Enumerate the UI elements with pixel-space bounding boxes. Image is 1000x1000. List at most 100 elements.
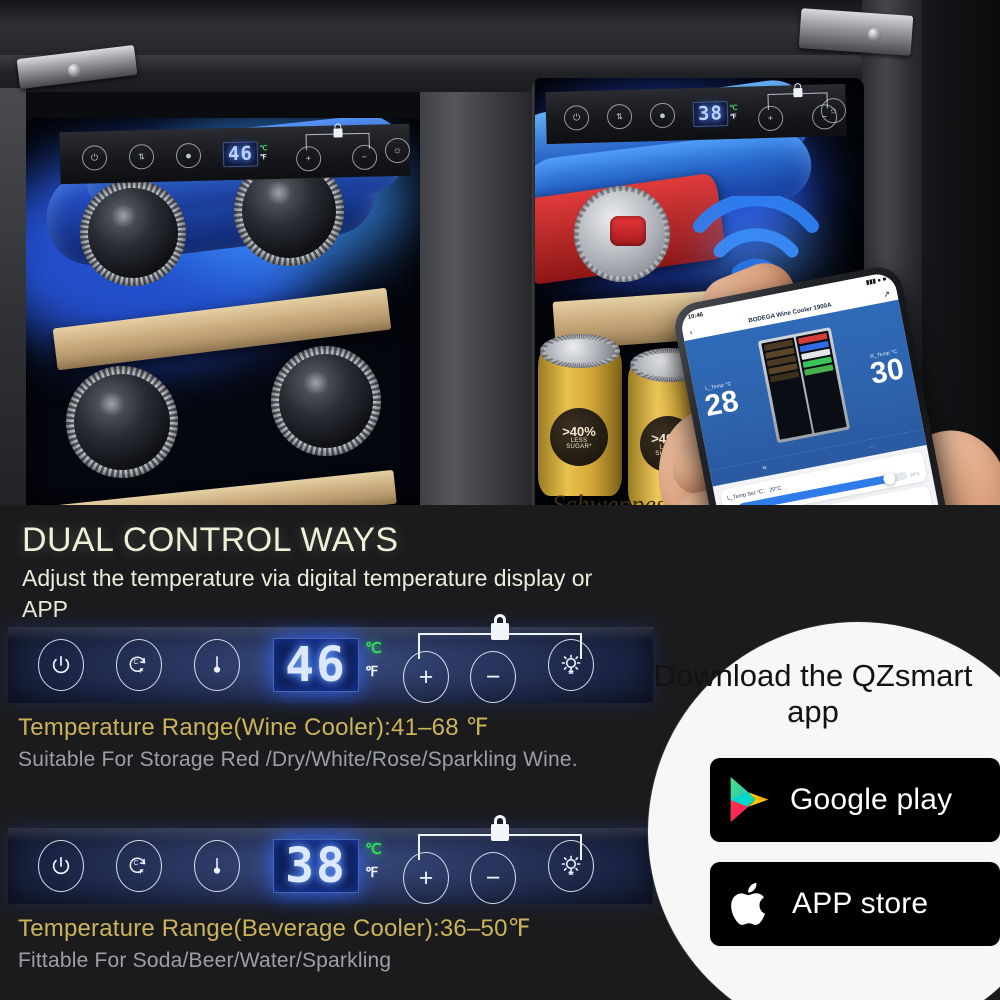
- lock-body-icon: [491, 623, 509, 640]
- celsius-unit: ℃: [729, 105, 738, 113]
- plus-icon[interactable]: +: [757, 105, 784, 131]
- left-temp-readout: L_Temp °C 28: [701, 380, 742, 424]
- plus-icon[interactable]: +: [295, 145, 322, 172]
- left-slider-max: 20°C: [909, 470, 921, 477]
- marketing-image: >40% LESS SUGAR* >40% LESS SUGAR* Schwep…: [0, 0, 1000, 1000]
- plus-icon[interactable]: +: [403, 651, 449, 703]
- control-panel-wine[interactable]: C F 46 ℃ ℉ + −: [8, 614, 653, 703]
- light-bulb-icon[interactable]: [548, 840, 594, 892]
- left-door-temp-display: 46: [222, 141, 259, 168]
- cabinet-center-divider: [420, 92, 532, 512]
- celsius-unit: ℃: [259, 145, 268, 153]
- fahrenheit-unit: ℉: [259, 153, 267, 161]
- left-temp-value: 28: [702, 384, 742, 424]
- svg-text:F: F: [140, 668, 144, 675]
- suitable-text-beverage: Fittable For Soda/Beer/Water/Sparkling: [18, 949, 392, 972]
- minus-label: −: [485, 863, 501, 892]
- apple-icon: [731, 882, 766, 925]
- lock-body-icon: [491, 824, 509, 841]
- right-temp-readout: R_Temp °C 30: [867, 348, 907, 391]
- download-section: Download the QZsmart app Google play APP…: [648, 622, 1000, 1000]
- app-store-button[interactable]: APP store: [710, 862, 1000, 946]
- cabinet-top-gloss: [0, 55, 1000, 73]
- left-door-control-strip[interactable]: ⏻ ⇅ ● 46 ℃ ℉ + − ☼: [59, 122, 411, 185]
- plus-icon[interactable]: +: [403, 852, 449, 904]
- slider-knob[interactable]: [882, 471, 897, 486]
- light-bulb-icon[interactable]: [548, 639, 594, 691]
- sugar-line2: SUGAR*: [566, 443, 592, 450]
- light-bulb-icon[interactable]: ☼: [820, 97, 847, 124]
- svg-text:F: F: [140, 869, 144, 876]
- lock-shackle-icon: [494, 614, 506, 625]
- status-time: 10:46: [687, 311, 704, 321]
- google-play-button[interactable]: Google play: [710, 758, 1000, 842]
- google-play-icon: [730, 777, 769, 822]
- wine-bottle-base: [80, 180, 186, 286]
- lock-shackle-icon: [793, 82, 802, 89]
- unit-labels-wine: ℃ ℉: [365, 639, 382, 680]
- lock-body-icon: [333, 127, 343, 138]
- hinge-screw: [68, 64, 81, 77]
- thermometer-icon[interactable]: [194, 840, 240, 892]
- right-door-temp-display: 38: [692, 101, 729, 128]
- minus-label: −: [485, 662, 501, 691]
- power-icon[interactable]: [38, 639, 84, 691]
- right-door-units: ℃ ℉: [730, 105, 738, 121]
- svg-text:C: C: [134, 860, 139, 867]
- celsius-fahrenheit-toggle-icon[interactable]: ⇅: [128, 143, 155, 170]
- power-icon[interactable]: [38, 840, 84, 892]
- range-text-beverage: Temperature Range(Beverage Cooler):36–50…: [18, 915, 531, 942]
- right-door-lock-group: + −: [753, 82, 838, 132]
- power-icon[interactable]: ⏻: [81, 145, 108, 171]
- plus-label: +: [418, 662, 434, 691]
- download-title: Download the QZsmart app: [653, 658, 973, 729]
- fahrenheit-unit: ℉: [365, 663, 379, 679]
- suitable-text-wine: Suitable For Storage Red /Dry/White/Rose…: [18, 748, 578, 771]
- thermometer-icon[interactable]: ●: [175, 142, 202, 169]
- page-title: DUAL CONTROL WAYS: [22, 521, 399, 559]
- svg-text:C: C: [134, 659, 139, 666]
- share-icon[interactable]: ↗: [883, 289, 891, 299]
- range-text-wine: Temperature Range(Wine Cooler):41–68 ℉: [18, 714, 489, 741]
- google-play-label: Google play: [790, 783, 953, 816]
- celsius-unit: ℃: [365, 841, 382, 858]
- hinge-screw: [868, 28, 881, 41]
- wine-bottle-base: [271, 346, 381, 456]
- temperature-value: 46: [285, 637, 347, 693]
- app-store-label: APP store: [792, 887, 929, 920]
- temperature-display-beverage: 38: [273, 839, 359, 893]
- wine-bottle-base: [66, 366, 178, 478]
- light-bulb-icon[interactable]: ☼: [384, 137, 411, 164]
- door-inner-edge: [532, 78, 535, 512]
- fahrenheit-unit: ℉: [365, 864, 379, 880]
- page-subtitle: Adjust the temperature via digital tempe…: [22, 565, 593, 623]
- fahrenheit-unit: ℉: [729, 113, 737, 121]
- minus-icon[interactable]: −: [470, 852, 516, 904]
- lock-body-icon: [793, 87, 803, 97]
- celsius-fahrenheit-toggle-icon[interactable]: ⇅: [606, 103, 633, 130]
- cabinet-left-edge: [0, 88, 26, 512]
- celsius-fahrenheit-toggle-icon[interactable]: C F: [116, 639, 162, 691]
- product-photo: >40% LESS SUGAR* >40% LESS SUGAR* Schwep…: [0, 0, 1000, 512]
- temperature-value: 38: [285, 838, 347, 894]
- thermometer-icon[interactable]: ●: [649, 102, 676, 129]
- thermometer-icon[interactable]: [194, 639, 240, 691]
- celsius-unit: ℃: [365, 640, 382, 657]
- chevron-left-icon[interactable]: ‹: [689, 327, 693, 336]
- cooler-illustration: [757, 327, 851, 444]
- right-temp-value: 30: [867, 352, 907, 391]
- minus-icon[interactable]: −: [351, 144, 378, 170]
- lock-shackle-icon: [494, 815, 506, 826]
- power-icon[interactable]: ⏻: [563, 104, 590, 131]
- left-door-units: ℃ ℉: [260, 146, 268, 162]
- right-door-control-strip[interactable]: ⏻ ⇅ ● 38 ℃ ℉ + − ☼: [545, 82, 847, 145]
- control-panel-beverage[interactable]: C F 38 ℃ ℉ + −: [8, 815, 653, 904]
- can-lid: [540, 334, 620, 368]
- can-pull-tab: [610, 216, 646, 246]
- lock-shackle-icon: [334, 122, 342, 130]
- left-door-lock-group: + −: [289, 122, 378, 172]
- minus-icon[interactable]: −: [470, 651, 516, 703]
- celsius-fahrenheit-toggle-icon[interactable]: C F: [116, 840, 162, 892]
- less-sugar-badge: >40% LESS SUGAR*: [550, 408, 608, 466]
- unit-labels-beverage: ℃ ℉: [365, 840, 382, 881]
